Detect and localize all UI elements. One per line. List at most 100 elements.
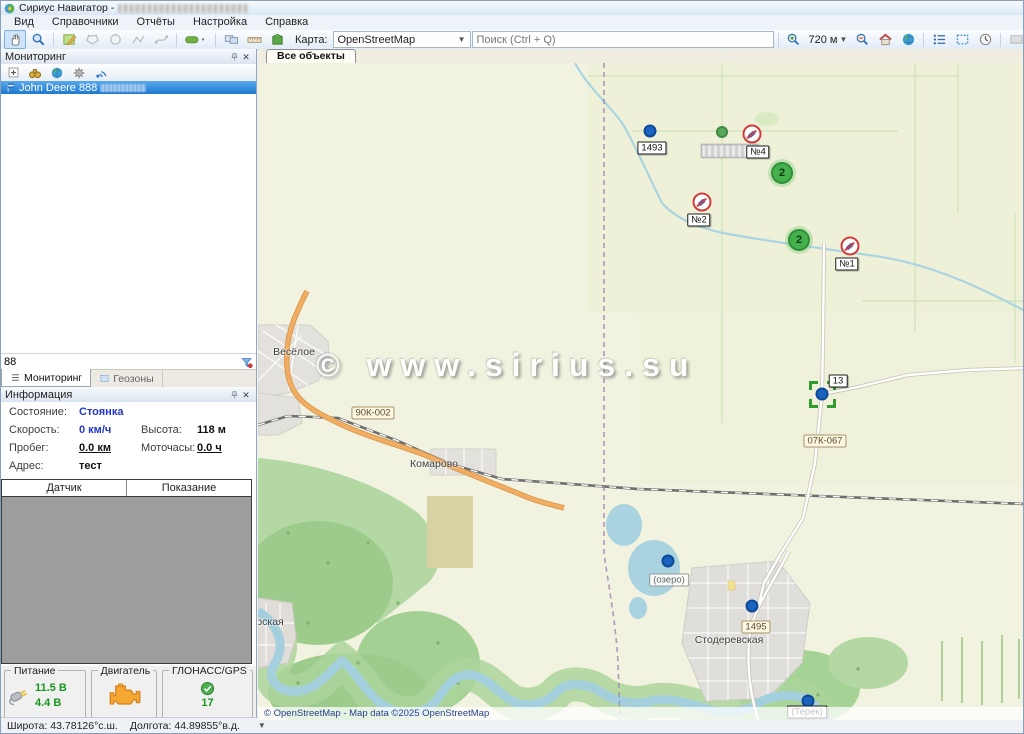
monitoring-panel-header: Мониторинг ✕ [1,49,256,65]
menu-item-настройка[interactable]: Настройка [184,15,256,30]
pin-icon[interactable] [228,51,240,63]
draw-polygon-button[interactable] [81,30,103,49]
tab-monitoring[interactable]: Мониторинг [1,369,91,387]
map-label-07К-067: 07К-067 [803,435,846,448]
connection-button[interactable] [92,64,110,81]
tree-item-vehicle[interactable]: John Deere 888 [1,81,256,94]
settings-button[interactable] [70,64,88,81]
map-marker-no-conn[interactable] [693,193,712,212]
longitude-value: Долгота: 44.89855°в.д. [130,720,240,732]
binoculars-icon [28,66,42,80]
draw-circle-button[interactable] [104,30,126,49]
sensors-column-reading[interactable]: Показание [127,480,251,496]
monitoring-panel: Мониторинг ✕ [1,49,257,720]
info-panel-title: Информация [5,389,72,401]
zoom-tool-button[interactable] [27,30,49,49]
plug-icon [7,684,33,706]
sensors-column-sensor[interactable]: Датчик [2,480,127,496]
map-provider-select[interactable]: OpenStreetMap ▼ [333,31,471,48]
menu-item-справка[interactable]: Справка [256,15,317,30]
menu-item-вид[interactable]: Вид [5,15,43,30]
map-label-13: 13 [829,375,848,388]
map-label-№1: №1 [835,258,858,271]
map-cache-button[interactable] [266,30,288,49]
globe-small-icon [50,66,64,80]
tab-geozones[interactable]: Геозоны [91,370,162,387]
expand-all-button[interactable] [4,64,22,81]
gps-satellites-count: 17 [201,697,213,709]
plus-box-icon [7,66,20,79]
selection-area-button[interactable] [951,30,973,49]
mileage-label: Пробег: [9,442,49,454]
monitors-icon [224,32,239,47]
map-marker-green-badge[interactable]: 2 [771,162,793,184]
menu-item-справочники[interactable]: Справочники [43,15,128,30]
chevron-down-icon: ▼ [839,35,847,44]
minimap-button[interactable] [1005,30,1024,49]
show-all-objects-button[interactable] [897,30,919,49]
map-scale-select[interactable]: 720 м ▼ [806,34,851,46]
draw-route-button[interactable] [150,30,172,49]
tree-filter-row [1,353,256,370]
title-bar: Сириус Навигатор - [1,1,1023,15]
pin-icon[interactable] [228,389,240,401]
map-label-90К-002: 90К-002 [351,407,394,420]
panel-icon [1009,32,1024,47]
info-panel-header: Информация ✕ [1,387,256,403]
measure-button[interactable] [243,30,265,49]
toolbar-separator [778,33,779,47]
history-time-button[interactable] [974,30,996,49]
map-marker-blue-dot[interactable] [662,555,675,568]
clear-filter-button[interactable] [238,356,256,369]
map-marker-blue-dot[interactable] [644,125,657,138]
state-label: Состояние: [9,406,67,418]
map-marker-no-conn[interactable] [841,237,860,256]
gauges-bar: Питание 11.5 В 4.4 В Двигатель [1,666,256,720]
zoom-in-button[interactable] [783,30,805,49]
info-panel-body: Состояние: Стоянка Скорость: 0 км/ч Высо… [1,402,256,479]
find-object-button[interactable] [26,64,44,81]
engine-gauge-label: Двигатель [98,665,154,677]
pan-tool-button[interactable] [4,30,26,49]
zoom-out-button[interactable] [851,30,873,49]
map-marker-green-badge[interactable]: 2 [788,229,810,251]
hours-value[interactable]: 0.0 ч [197,442,222,454]
list-icon [932,32,947,47]
map-marker-no-conn[interactable] [743,125,762,144]
chevron-down-icon[interactable]: ▼ [258,721,266,730]
tree-filter-input[interactable] [1,356,238,368]
search-input[interactable] [472,31,774,48]
panel-tab-bar: Мониторинг Геозоны [1,369,256,387]
censored-vehicle-number [100,84,146,92]
monitoring-panel-title: Мониторинг [5,51,66,63]
tab-all-objects[interactable]: Все объекты [266,49,356,63]
draw-polyline-button[interactable] [127,30,149,49]
ruler-icon [247,32,262,47]
split-view-button[interactable] [220,30,242,49]
application-window: Сириус Навигатор - ВидСправочникиОтчётыН… [0,0,1024,734]
map-provider-value: OpenStreetMap [338,34,416,46]
close-icon[interactable]: ✕ [240,51,252,63]
edit-map-button[interactable] [58,30,80,49]
main-toolbar: Карта: OpenStreetMap ▼ 720 м ▼ [1,30,1023,50]
height-value: 118 м [197,424,226,436]
map-marker-blue-dot[interactable] [746,600,759,613]
show-on-map-button[interactable] [48,64,66,81]
map-marker-green-dot[interactable] [716,126,728,138]
home-view-button[interactable] [874,30,896,49]
close-icon[interactable]: ✕ [240,389,252,401]
speed-value: 0 км/ч [79,424,111,436]
map-canvas[interactable]: © www.sirius.su 221493№4№2№11390К-00207К… [258,63,1024,720]
selection-rect-icon [955,32,970,47]
map-marker-blue-dot[interactable] [816,388,829,401]
hours-label: Моточасы: [141,442,195,454]
engine-icon [106,682,142,708]
track-color-button[interactable] [181,30,211,49]
mileage-value[interactable]: 0.0 км [79,442,111,454]
map-label-1493: 1493 [637,142,666,155]
menu-item-отчёты[interactable]: Отчёты [128,15,184,30]
hand-icon [8,32,23,47]
globe-package-icon [270,32,285,47]
tab-monitoring-label: Мониторинг [24,372,82,384]
legend-button[interactable] [928,30,950,49]
